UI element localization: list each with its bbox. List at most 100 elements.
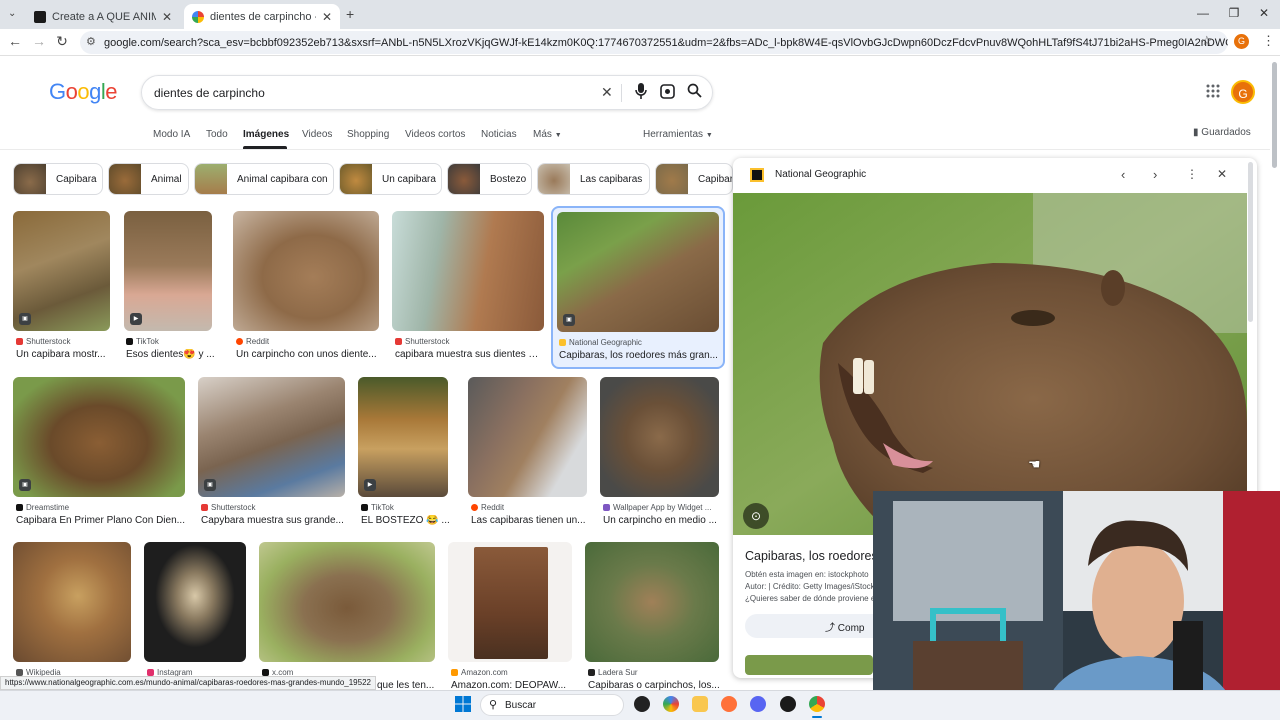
capybara-photo: [733, 193, 1247, 535]
close-tab-icon[interactable]: ✕: [162, 10, 172, 24]
taskbar-search[interactable]: ⚲ Buscar: [480, 694, 624, 716]
image-result-selected[interactable]: ▣ National Geographic Capibaras, los roe…: [551, 206, 725, 369]
amazon-icon: [451, 669, 458, 676]
panel-site-name[interactable]: National Geographic: [775, 169, 866, 180]
tab-shopping[interactable]: Shopping: [347, 129, 389, 140]
bookmark-star-icon[interactable]: ☆: [1201, 33, 1213, 49]
result-source: Shutterstock: [16, 337, 70, 346]
wallpaper-app-icon: [603, 504, 610, 511]
tab-mas[interactable]: Más ▼: [533, 129, 562, 140]
result-source: Ladera Sur: [588, 668, 638, 677]
more-options-icon[interactable]: ⋮: [1186, 167, 1198, 181]
panel-title[interactable]: Capibaras, los roedores: [745, 549, 878, 563]
result-source-label: Wallpaper App by Widget ...: [613, 503, 712, 512]
forward-icon[interactable]: →: [30, 33, 48, 49]
page-scrollbar[interactable]: [1272, 62, 1277, 168]
profile-avatar[interactable]: G: [1234, 34, 1249, 49]
tools-button[interactable]: Herramientas ▼: [643, 129, 713, 140]
app-icon-2[interactable]: [663, 696, 679, 712]
hand-cursor-icon: ☚: [1028, 456, 1041, 472]
result-title: Capibara En Primer Plano Con Dien...: [16, 515, 185, 526]
result-source-label: Dreamstime: [26, 503, 70, 512]
chip-thumbnail: [656, 164, 688, 194]
chip-animal[interactable]: Animal: [108, 163, 189, 195]
chip-label: Capibara: [698, 173, 733, 185]
chip-bostezo[interactable]: Bostezo: [447, 163, 532, 195]
discord-icon[interactable]: [750, 696, 766, 712]
result-source: Shutterstock: [395, 337, 449, 346]
preview-image[interactable]: [733, 193, 1247, 535]
lens-icon[interactable]: [660, 84, 675, 102]
ladera-sur-icon: [588, 669, 595, 676]
tab-active[interactable]: dientes de carpincho - Buscar c ✕: [184, 4, 340, 29]
clear-search-icon[interactable]: ✕: [601, 84, 613, 101]
panel-scrollbar[interactable]: [1248, 162, 1253, 322]
tab-videos-cortos[interactable]: Videos cortos: [405, 129, 465, 140]
tab-noticias[interactable]: Noticias: [481, 129, 517, 140]
image-badge-icon: ▣: [19, 479, 31, 491]
result-title: Esos dientes😍 y ...: [126, 349, 215, 360]
file-explorer-icon[interactable]: [692, 696, 708, 712]
lens-search-icon[interactable]: ⊙: [743, 503, 769, 529]
search-input[interactable]: dientes de carpincho: [141, 75, 713, 110]
back-icon[interactable]: ←: [6, 33, 24, 49]
google-logo[interactable]: Google: [49, 79, 118, 105]
restore-icon[interactable]: ❐: [1224, 6, 1244, 20]
app-icon-6[interactable]: [780, 696, 796, 712]
windows-start-icon[interactable]: [455, 696, 471, 712]
chrome-icon[interactable]: [809, 696, 825, 712]
reload-icon[interactable]: ↻: [53, 33, 71, 50]
close-tab-icon[interactable]: ✕: [322, 10, 332, 24]
tab-todo[interactable]: Todo: [206, 129, 228, 140]
dreamstime-icon: [16, 504, 23, 511]
result-thumbnail: [468, 377, 587, 497]
tab-videos[interactable]: Videos: [302, 129, 332, 140]
video-badge-icon: ▶: [130, 313, 142, 325]
apps-grid-icon[interactable]: [1206, 84, 1220, 101]
result-source-label: TikTok: [136, 337, 159, 346]
search-icon[interactable]: [687, 83, 702, 101]
saved-button[interactable]: ▮ Guardados: [1193, 127, 1251, 138]
menu-icon[interactable]: ⋮: [1262, 33, 1275, 49]
mic-icon[interactable]: [635, 83, 647, 102]
tab-modo-ia[interactable]: Modo IA: [153, 129, 190, 140]
result-thumbnail: [259, 542, 435, 662]
minimize-icon[interactable]: —: [1193, 6, 1213, 20]
shutterstock-icon: [395, 338, 402, 345]
webcam-overlay: [873, 491, 1280, 720]
result-title: Un capibara mostr...: [16, 349, 106, 360]
chip-thumbnail: [448, 164, 480, 194]
tab-mas-label: Más: [533, 129, 552, 140]
result-source: TikTok: [126, 337, 159, 346]
chip-un-capibara[interactable]: Un capibara: [339, 163, 442, 195]
tab-imagenes[interactable]: Imágenes: [243, 129, 289, 140]
related-thumbnail[interactable]: [745, 655, 873, 675]
tab-search-icon[interactable]: ⌄: [8, 8, 16, 19]
close-panel-icon[interactable]: ✕: [1217, 167, 1227, 181]
chip-las-capibaras[interactable]: Las capibaras: [537, 163, 650, 195]
chip-animal-capibara-con[interactable]: Animal capibara con: [194, 163, 334, 195]
app-icon-1[interactable]: [634, 696, 650, 712]
tab-other[interactable]: Create a A QUE ANIMAL LE GAN ✕: [26, 4, 180, 29]
site-info-icon[interactable]: ⚙: [86, 35, 96, 48]
result-source-label: Reddit: [246, 337, 270, 346]
avatar[interactable]: G: [1231, 80, 1255, 104]
firefox-icon[interactable]: [721, 696, 737, 712]
new-tab-icon[interactable]: +: [346, 6, 354, 22]
address-bar[interactable]: ⚙ google.com/search?sca_esv=bcbbf092352e…: [80, 31, 1228, 54]
result-source-label: Shutterstock: [405, 337, 450, 346]
create-favicon-icon: [34, 10, 46, 23]
result-source-label: Reddit: [481, 503, 505, 512]
status-url: https://www.nationalgeographic.com.es/mu…: [0, 676, 376, 690]
panel-about-line: ¿Quieres saber de dónde proviene e: [745, 594, 876, 603]
tiktok-icon: [361, 504, 368, 511]
share-button[interactable]: ⤴ Comp: [745, 614, 885, 638]
reddit-icon: [471, 504, 478, 511]
next-image-icon[interactable]: ›: [1153, 167, 1157, 182]
instagram-icon: [147, 669, 154, 676]
result-source-label: National Geographic: [569, 338, 642, 347]
prev-image-icon[interactable]: ‹: [1121, 167, 1125, 182]
chip-capibara-2[interactable]: Capibara: [655, 163, 733, 195]
close-window-icon[interactable]: ✕: [1254, 6, 1274, 20]
chip-capibara[interactable]: Capibara: [13, 163, 103, 195]
